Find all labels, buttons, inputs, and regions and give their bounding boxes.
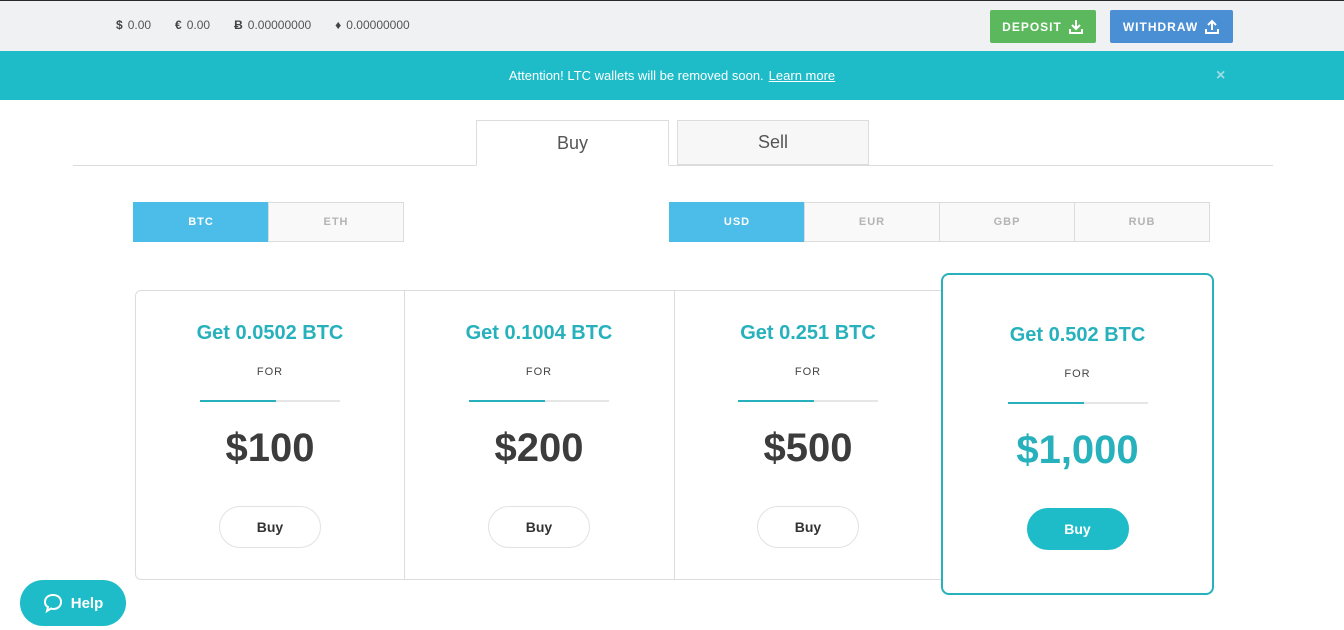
offer-for-label: FOR (525, 366, 553, 378)
tabs-divider (73, 165, 1273, 166)
offer-divider (469, 400, 609, 402)
buy-button[interactable]: Buy (757, 506, 859, 548)
balance-usd-value: 0.00 (127, 18, 152, 32)
buy-button[interactable]: Buy (1026, 508, 1129, 550)
balance-eur: € 0.00 (175, 18, 210, 32)
offer-for-label: FOR (1064, 368, 1091, 380)
tab-sell[interactable]: Sell (677, 120, 869, 165)
help-button[interactable]: Help (20, 580, 126, 626)
offer-for-label: FOR (256, 366, 284, 378)
deposit-label: DEPOSIT (1002, 19, 1062, 34)
fiat-option-usd[interactable]: USD (669, 202, 805, 242)
upload-icon (1205, 19, 1220, 34)
offer-price: $500 (763, 426, 853, 470)
withdraw-button[interactable]: WITHDRAW (1110, 10, 1233, 43)
fiat-option-eur[interactable]: EUR (804, 202, 940, 242)
offer-price: $100 (225, 426, 315, 470)
offer-card-500: Get 0.251 BTC FOR $500 Buy (673, 290, 943, 580)
download-icon (1068, 19, 1083, 34)
euro-icon: € (175, 18, 182, 32)
chat-bubble-icon (43, 593, 62, 613)
fiat-selector: USD EUR GBP RUB (669, 202, 1210, 242)
offer-for-label: FOR (794, 366, 822, 378)
offer-amount: Get 0.1004 BTC (465, 322, 613, 344)
offer-divider (1007, 402, 1148, 404)
buy-button[interactable]: Buy (219, 506, 321, 548)
bitcoin-icon: Ƀ (234, 18, 243, 32)
dollar-icon: $ (116, 18, 123, 32)
offer-card-200: Get 0.1004 BTC FOR $200 Buy (404, 290, 674, 580)
withdraw-label: WITHDRAW (1122, 19, 1199, 34)
balance-btc-value: 0.00000000 (247, 18, 312, 32)
crypto-selector: BTC ETH (133, 202, 404, 242)
attention-banner: Attention! LTC wallets will be removed s… (0, 51, 1344, 100)
offer-card-100: Get 0.0502 BTC FOR $100 Buy (135, 290, 405, 580)
learn-more-link[interactable]: Learn more (769, 68, 835, 83)
tab-buy[interactable]: Buy (476, 120, 669, 166)
balance-eur-value: 0.00 (186, 18, 211, 32)
crypto-option-eth[interactable]: ETH (268, 202, 404, 242)
ethereum-icon: ♦ (335, 18, 342, 32)
offer-amount: Get 0.251 BTC (740, 322, 876, 344)
balance-eth-value: 0.00000000 (346, 18, 410, 32)
offer-amount: Get 0.0502 BTC (196, 322, 344, 344)
fiat-option-rub[interactable]: RUB (1074, 202, 1210, 242)
balance-eth: ♦ 0.00000000 (335, 18, 410, 32)
buy-button[interactable]: Buy (488, 506, 590, 548)
fiat-option-gbp[interactable]: GBP (939, 202, 1075, 242)
crypto-option-btc[interactable]: BTC (133, 202, 269, 242)
balances: $ 0.00 € 0.00 Ƀ 0.00000000 ♦ 0.00000000 (116, 18, 434, 32)
offer-price: $1,000 (1016, 428, 1139, 472)
balance-usd: $ 0.00 (116, 18, 151, 32)
balance-btc: Ƀ 0.00000000 (234, 18, 311, 32)
close-icon[interactable]: × (1216, 67, 1225, 85)
deposit-button[interactable]: DEPOSIT (990, 10, 1096, 43)
offer-price: $200 (494, 426, 584, 470)
banner-text: Attention! LTC wallets will be removed s… (508, 68, 764, 83)
help-label: Help (70, 594, 104, 612)
offer-card-1000: Get 0.502 BTC FOR $1,000 Buy (941, 273, 1214, 595)
offer-divider (200, 400, 340, 402)
offer-amount: Get 0.502 BTC (1009, 324, 1146, 346)
offer-divider (738, 400, 878, 402)
top-bar: $ 0.00 € 0.00 Ƀ 0.00000000 ♦ 0.00000000 … (0, 0, 1344, 51)
